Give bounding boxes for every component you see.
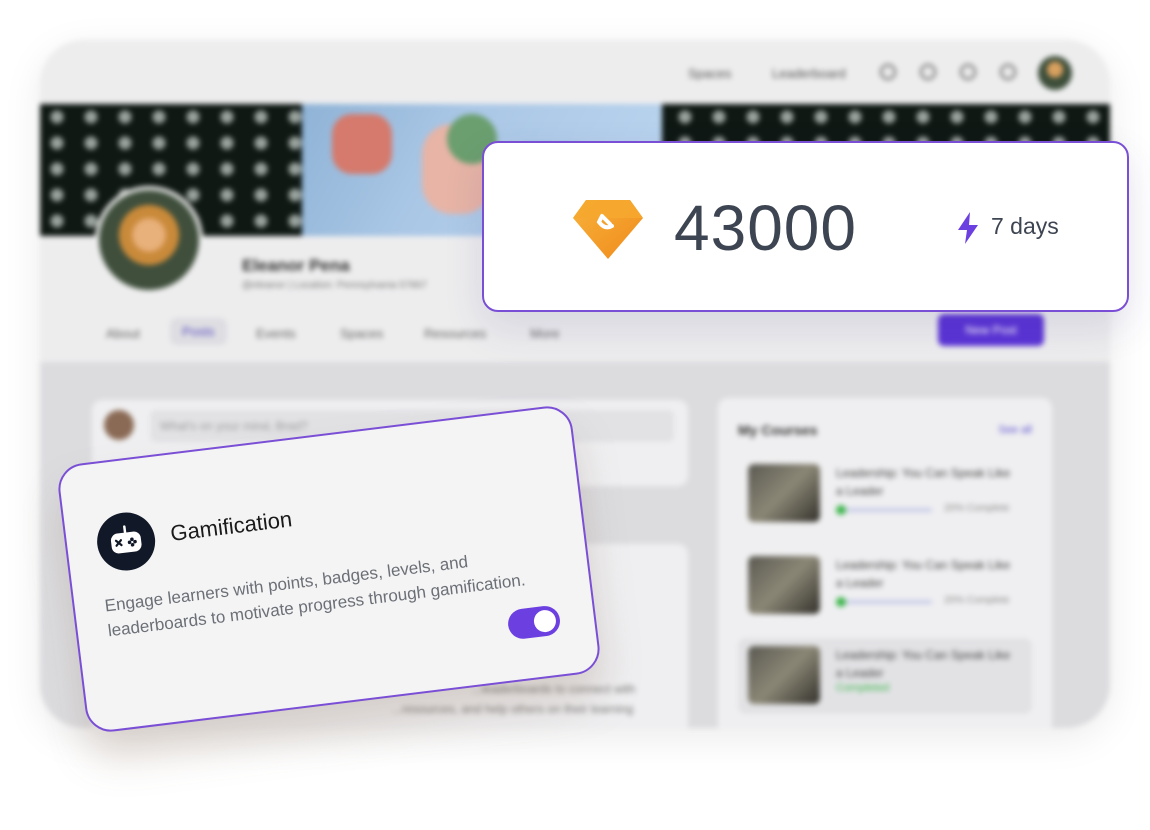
course-title: Leadership: You Can Speak Like a Leader <box>836 648 1011 680</box>
course-thumbnail <box>748 556 820 614</box>
gamification-toggle[interactable] <box>506 604 562 641</box>
profile-meta: @eleanor | Location: Pennsylvania 57867 <box>242 280 428 291</box>
nav-spaces[interactable]: Spaces <box>688 66 731 81</box>
gamification-title: Gamification <box>168 506 294 546</box>
course-progress-bar <box>836 505 932 515</box>
course-progress-text: 20% Complete <box>944 503 1010 514</box>
top-bar: Spaces Leaderboard <box>40 40 1110 104</box>
feed-text-line: ...resources, and help others on their l… <box>392 702 634 716</box>
course-title: Leadership: You Can Speak Like a Leader <box>836 466 1011 498</box>
course-progress-text: 20% Complete <box>944 595 1010 606</box>
course-progress-bar <box>836 597 932 607</box>
course-thumbnail <box>748 464 820 522</box>
new-post-button[interactable]: New Post <box>938 314 1044 346</box>
message-icon[interactable] <box>960 64 976 80</box>
nav-leaderboard[interactable]: Leaderboard <box>772 66 846 81</box>
courses-title: My Courses <box>738 422 818 438</box>
chat-icon[interactable] <box>880 64 896 80</box>
course-thumbnail <box>748 646 820 704</box>
profile-name: Eleanor Pena <box>242 256 350 275</box>
tab-events[interactable]: Events <box>256 326 296 341</box>
user-avatar[interactable] <box>1038 56 1072 90</box>
points-card: 43000 7 days <box>482 141 1129 312</box>
tab-posts[interactable]: Posts <box>170 318 227 345</box>
course-item[interactable]: Leadership: You Can Speak Like a Leader … <box>738 548 1032 624</box>
gamepad-icon <box>93 509 159 574</box>
tab-more[interactable]: More <box>530 326 560 341</box>
my-courses-panel: My Courses See all Leadership: You Can S… <box>718 398 1052 728</box>
search-icon[interactable] <box>920 64 936 80</box>
streak-days: 7 days <box>991 213 1059 239</box>
composer-avatar <box>104 410 134 440</box>
gem-icon <box>573 200 643 259</box>
tab-resources[interactable]: Resources <box>424 326 486 341</box>
tab-about[interactable]: About <box>106 326 140 341</box>
stage: Spaces Leaderboard Eleanor Pena @eleanor… <box>0 0 1150 830</box>
bolt-icon <box>958 212 978 244</box>
course-completed-badge: Completed <box>836 682 890 694</box>
toggle-knob <box>532 608 558 634</box>
points-value: 43000 <box>674 192 857 264</box>
gamification-description: Engage learners with points, badges, lev… <box>103 552 527 641</box>
tab-spaces[interactable]: Spaces <box>340 326 383 341</box>
bell-icon[interactable] <box>1000 64 1016 80</box>
course-item[interactable]: Leadership: You Can Speak Like a Leader … <box>738 638 1032 714</box>
course-title: Leadership: You Can Speak Like a Leader <box>836 558 1011 590</box>
see-all-link[interactable]: See all <box>998 424 1032 436</box>
profile-avatar <box>95 186 203 294</box>
course-item[interactable]: Leadership: You Can Speak Like a Leader … <box>738 456 1032 532</box>
